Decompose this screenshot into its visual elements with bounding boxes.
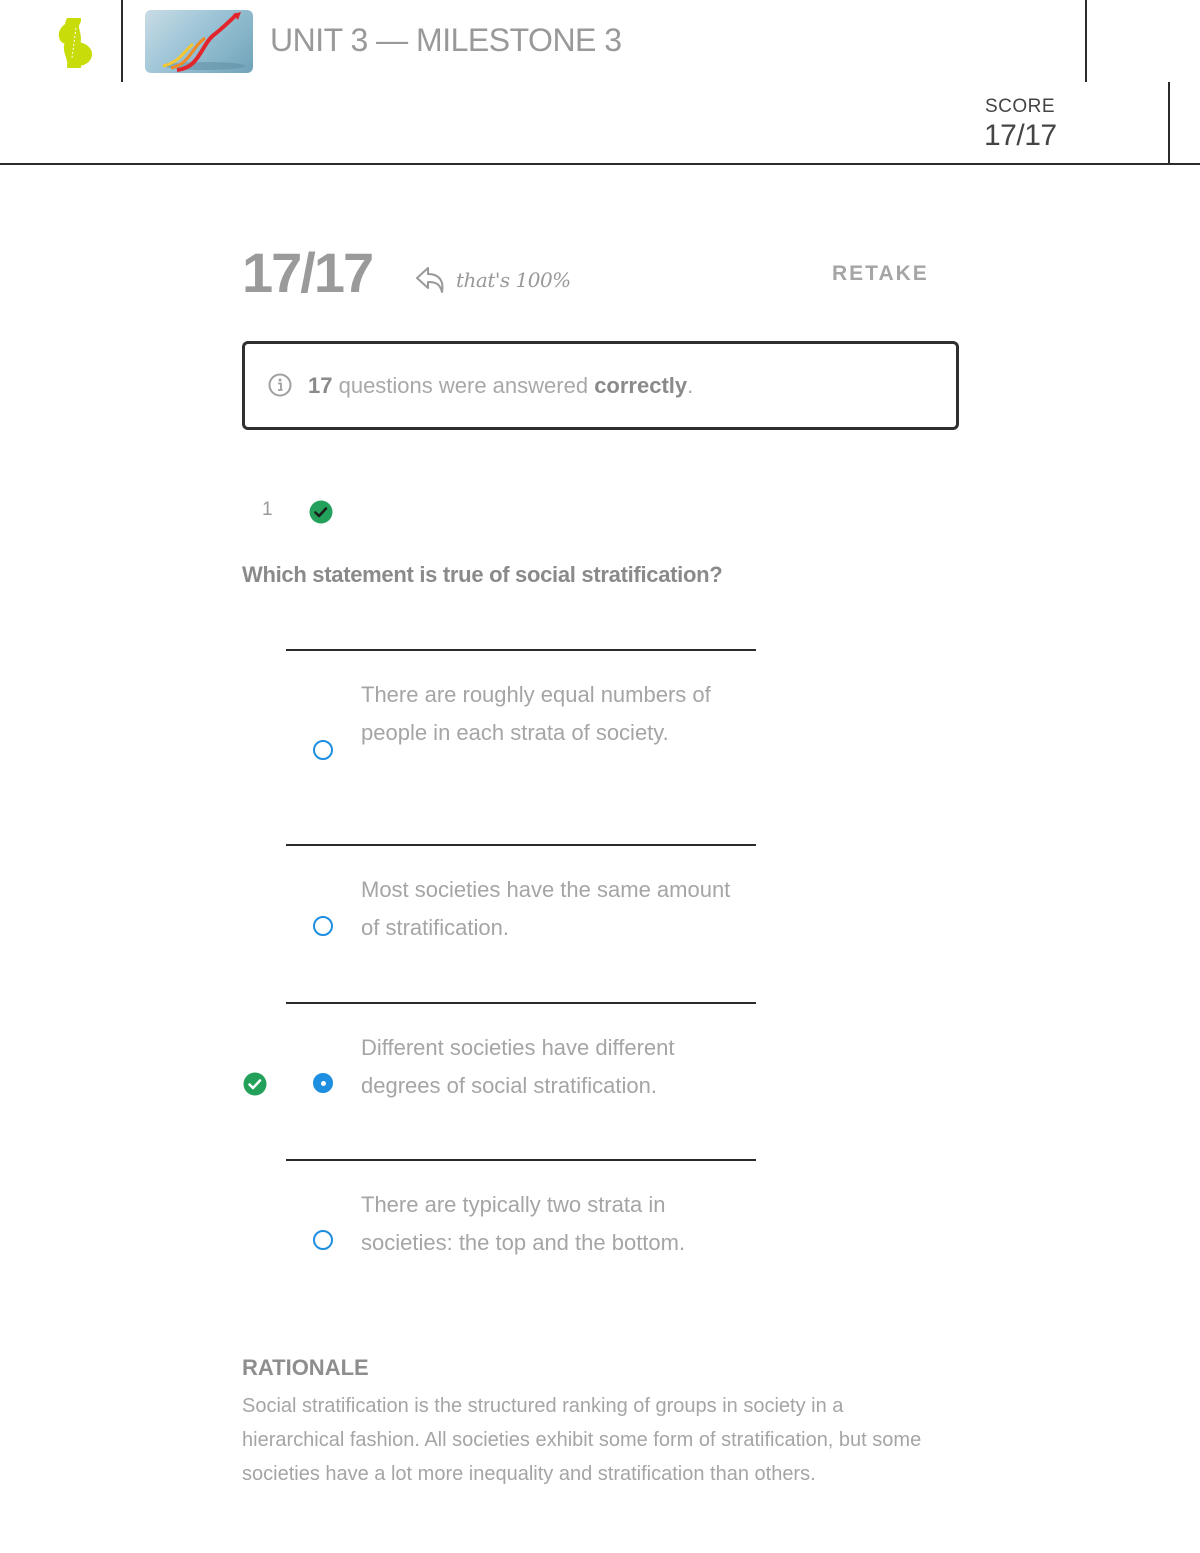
check-circle-icon: [243, 1072, 267, 1096]
option-text[interactable]: Different societies have different degre…: [361, 1029, 741, 1104]
info-end: .: [687, 373, 694, 398]
option-divider: [286, 844, 756, 846]
option-text[interactable]: There are roughly equal numbers of peopl…: [361, 676, 741, 751]
score-note: that's 100%: [456, 268, 571, 292]
header-divider: [121, 0, 123, 82]
info-middle: questions were answered: [332, 373, 595, 398]
option-divider: [286, 1159, 756, 1161]
score-value: 17/17: [984, 119, 1057, 152]
total-score: 17/17: [242, 241, 374, 304]
rationale-title: RATIONALE: [242, 1355, 369, 1380]
option-radio[interactable]: [313, 740, 333, 760]
option-radio-selected[interactable]: [313, 1073, 333, 1093]
sophia-logo-icon[interactable]: [54, 13, 96, 73]
curved-arrow-left-icon: [414, 264, 450, 301]
rising-arrows-thumbnail: [145, 10, 253, 73]
page-title: UNIT 3 — MILESTONE 3: [270, 22, 622, 58]
option-divider: [286, 1002, 756, 1004]
option-text[interactable]: There are typically two strata in societ…: [361, 1186, 741, 1261]
info-emphasis: correctly: [594, 373, 688, 398]
option-radio[interactable]: [313, 1230, 333, 1250]
option-divider: [286, 649, 756, 651]
score-label: SCORE: [985, 96, 1056, 117]
header-rule: [0, 163, 1200, 165]
question-number: 1: [262, 499, 273, 520]
score-divider: [1168, 82, 1170, 165]
retake-button[interactable]: RETAKE: [832, 262, 929, 286]
rationale-text: Social stratification is the structured …: [242, 1395, 922, 1485]
option-radio[interactable]: [313, 916, 333, 936]
correct-count: 17: [308, 373, 333, 398]
info-icon: [268, 373, 292, 397]
check-circle-icon: [309, 500, 333, 524]
header-divider-right: [1085, 0, 1087, 82]
option-text[interactable]: Most societies have the same amount of s…: [361, 871, 741, 946]
result-info-text: 17 questions were answered correctly.: [308, 373, 693, 399]
question-text: Which statement is true of social strati…: [242, 562, 723, 587]
